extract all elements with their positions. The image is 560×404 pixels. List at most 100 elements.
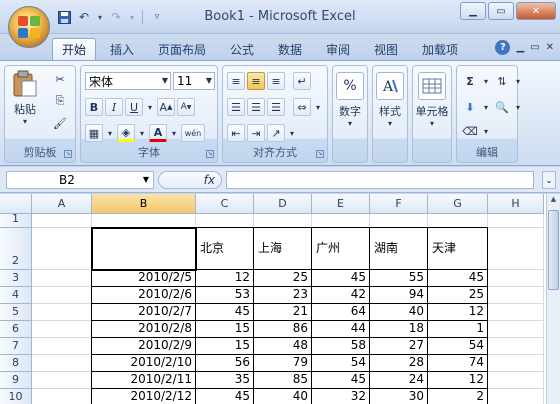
vertical-scrollbar[interactable]: ▲ <box>546 194 560 404</box>
copy-icon[interactable]: ⎘ <box>51 92 69 110</box>
cell-g7[interactable]: 54 <box>428 338 488 355</box>
merge-dropdown-icon[interactable]: ▾ <box>313 98 323 116</box>
column-header-e[interactable]: E <box>312 194 370 214</box>
cell-c6[interactable]: 15 <box>196 321 254 338</box>
cell-b3[interactable]: 2010/2/5 <box>91 270 196 287</box>
fill-icon[interactable]: ⬇ <box>461 98 479 116</box>
row-header-5[interactable]: 5 <box>0 304 32 321</box>
cell-d3[interactable]: 25 <box>254 270 312 287</box>
row-header-6[interactable]: 6 <box>0 321 32 338</box>
sort-filter-dropdown-icon[interactable]: ▾ <box>513 72 523 90</box>
row-header-9[interactable]: 9 <box>0 372 32 389</box>
cell-f5[interactable]: 40 <box>370 304 428 321</box>
wrap-text-icon[interactable]: ↵ <box>293 72 311 90</box>
align-left-icon[interactable]: ☰ <box>227 98 245 116</box>
cut-icon[interactable]: ✂ <box>51 70 69 88</box>
cell-b9[interactable]: 2010/2/11 <box>91 372 196 389</box>
decrease-indent-icon[interactable]: ⇤ <box>227 124 245 142</box>
worksheet-grid[interactable]: A B C D E F G H 1 2 3 4 5 6 7 8 9 10 北京 上海 广州 湖南 天津 2010/2/5 12 2… <box>0 194 560 404</box>
increase-font-size-icon[interactable]: A ▲ <box>157 98 175 116</box>
autosum-button[interactable]: Σ <box>461 72 479 90</box>
increase-indent-icon[interactable]: ⇥ <box>247 124 265 142</box>
cell-e7[interactable]: 58 <box>312 338 370 355</box>
cell-f4[interactable]: 94 <box>370 287 428 304</box>
cell-h8[interactable] <box>488 355 544 372</box>
cell-f1[interactable] <box>370 214 428 228</box>
autosum-dropdown-icon[interactable]: ▾ <box>481 72 491 90</box>
cell-c9[interactable]: 35 <box>196 372 254 389</box>
cell-d7[interactable]: 48 <box>254 338 312 355</box>
cell-f9[interactable]: 24 <box>370 372 428 389</box>
tab-add-ins[interactable]: 加载项 <box>414 38 466 60</box>
cell-c1[interactable] <box>196 214 254 228</box>
cell-b1[interactable] <box>92 214 196 228</box>
cell-b7[interactable]: 2010/2/9 <box>91 338 196 355</box>
tab-home[interactable]: 开始 <box>52 38 96 60</box>
cell-d10[interactable]: 40 <box>254 389 312 404</box>
cell-e2[interactable]: 广州 <box>312 227 370 270</box>
formula-input[interactable] <box>226 171 534 189</box>
cells-button[interactable]: 单元格 ▾ <box>415 72 449 128</box>
cell-a8[interactable] <box>32 355 92 372</box>
font-name-dropdown-icon[interactable]: ▼ <box>162 76 168 85</box>
cell-b5[interactable]: 2010/2/7 <box>91 304 196 321</box>
cell-c10[interactable]: 45 <box>196 389 254 404</box>
cell-d9[interactable]: 85 <box>254 372 312 389</box>
expand-formula-bar-icon[interactable]: ⌄ <box>542 171 556 189</box>
cell-g5[interactable]: 12 <box>428 304 488 321</box>
cell-a2[interactable] <box>32 228 92 270</box>
cell-a6[interactable] <box>32 321 92 338</box>
clipboard-launcher-icon[interactable]: ↘ <box>64 150 72 158</box>
font-launcher-icon[interactable]: ↘ <box>206 150 214 158</box>
cell-c2[interactable]: 北京 <box>196 227 254 270</box>
cell-b4[interactable]: 2010/2/6 <box>91 287 196 304</box>
cell-e10[interactable]: 32 <box>312 389 370 404</box>
row-header-10[interactable]: 10 <box>0 389 32 404</box>
column-header-c[interactable]: C <box>196 194 254 214</box>
underline-button[interactable]: U <box>125 98 143 116</box>
cell-f10[interactable]: 30 <box>370 389 428 404</box>
cell-h5[interactable] <box>488 304 544 321</box>
cell-a5[interactable] <box>32 304 92 321</box>
merge-center-icon[interactable]: ⇔ <box>293 98 311 116</box>
cell-c3[interactable]: 12 <box>196 270 254 287</box>
clear-dropdown-icon[interactable]: ▾ <box>481 122 491 140</box>
cell-g4[interactable]: 25 <box>428 287 488 304</box>
select-all-corner[interactable] <box>0 194 32 214</box>
cell-c7[interactable]: 15 <box>196 338 254 355</box>
cell-f6[interactable]: 18 <box>370 321 428 338</box>
maximize-button[interactable]: ▭ <box>488 2 514 20</box>
row-header-8[interactable]: 8 <box>0 355 32 372</box>
cell-d1[interactable] <box>254 214 312 228</box>
column-header-f[interactable]: F <box>370 194 428 214</box>
cell-b8[interactable]: 2010/2/10 <box>91 355 196 372</box>
tab-review[interactable]: 审阅 <box>318 38 358 60</box>
help-icon[interactable]: ? <box>495 40 511 55</box>
ribbon-restore-icon[interactable]: ▭ <box>530 42 539 53</box>
cell-b2[interactable] <box>91 227 196 270</box>
cell-g1[interactable] <box>428 214 488 228</box>
fill-dropdown-icon[interactable]: ▾ <box>481 98 491 116</box>
cell-h2[interactable] <box>488 228 544 270</box>
cell-e3[interactable]: 45 <box>312 270 370 287</box>
row-header-4[interactable]: 4 <box>0 287 32 304</box>
styles-button[interactable]: A 样式 ▾ <box>375 72 405 128</box>
orientation-icon[interactable]: ↗ <box>267 124 285 142</box>
sort-filter-icon[interactable]: ⇅ <box>493 72 511 90</box>
font-size-combo[interactable]: 11 ▼ <box>173 72 215 90</box>
cell-b6[interactable]: 2010/2/8 <box>91 321 196 338</box>
find-select-dropdown-icon[interactable]: ▾ <box>513 98 523 116</box>
alignment-launcher-icon[interactable]: ↘ <box>316 150 324 158</box>
cell-g3[interactable]: 45 <box>428 270 488 287</box>
column-header-d[interactable]: D <box>254 194 312 214</box>
cell-a10[interactable] <box>32 389 92 404</box>
cell-c4[interactable]: 53 <box>196 287 254 304</box>
tab-page-layout[interactable]: 页面布局 <box>150 38 214 60</box>
row-header-7[interactable]: 7 <box>0 338 32 355</box>
cell-d2[interactable]: 上海 <box>254 227 312 270</box>
close-button[interactable]: ✕ <box>516 2 556 20</box>
align-right-icon[interactable]: ☰ <box>267 98 285 116</box>
clear-icon[interactable]: ⌫ <box>461 122 479 140</box>
tab-insert[interactable]: 插入 <box>102 38 142 60</box>
cell-g9[interactable]: 12 <box>428 372 488 389</box>
